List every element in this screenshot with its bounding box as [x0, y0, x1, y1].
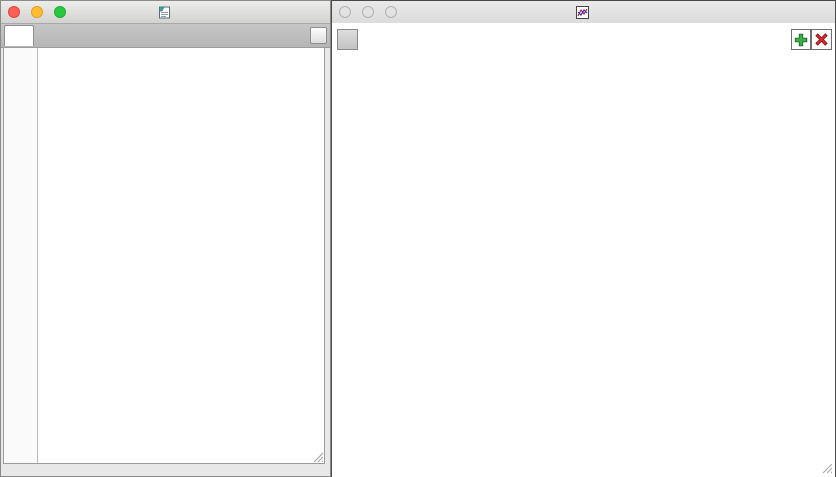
close-layer-button[interactable]	[811, 29, 832, 50]
code-area[interactable]	[38, 48, 324, 463]
script-editor[interactable]	[3, 47, 325, 464]
close-button[interactable]	[339, 6, 351, 18]
close-x-icon	[813, 31, 830, 48]
add-layer-button[interactable]	[791, 29, 811, 50]
graph-titlebar[interactable]	[332, 1, 835, 24]
tab-script[interactable]	[4, 25, 34, 46]
graph-window	[331, 0, 836, 477]
minimize-button[interactable]	[31, 6, 43, 18]
notes-window	[0, 0, 331, 477]
close-button[interactable]	[8, 6, 20, 18]
graph-canvas[interactable]	[332, 23, 835, 477]
notes-icon	[157, 5, 172, 20]
editor-resize-grip[interactable]	[311, 450, 324, 463]
line-number-gutter	[4, 48, 38, 463]
window-resize-grip[interactable]	[820, 461, 833, 474]
new-tab-button[interactable]	[310, 27, 327, 44]
minimize-button[interactable]	[362, 6, 374, 18]
plus-icon	[793, 32, 809, 48]
graph-icon	[575, 5, 590, 20]
notes-titlebar[interactable]	[1, 1, 330, 24]
tab-bar	[1, 24, 330, 48]
zoom-button[interactable]	[385, 6, 397, 18]
layer-tab-1[interactable]	[337, 29, 358, 50]
zoom-button[interactable]	[54, 6, 66, 18]
